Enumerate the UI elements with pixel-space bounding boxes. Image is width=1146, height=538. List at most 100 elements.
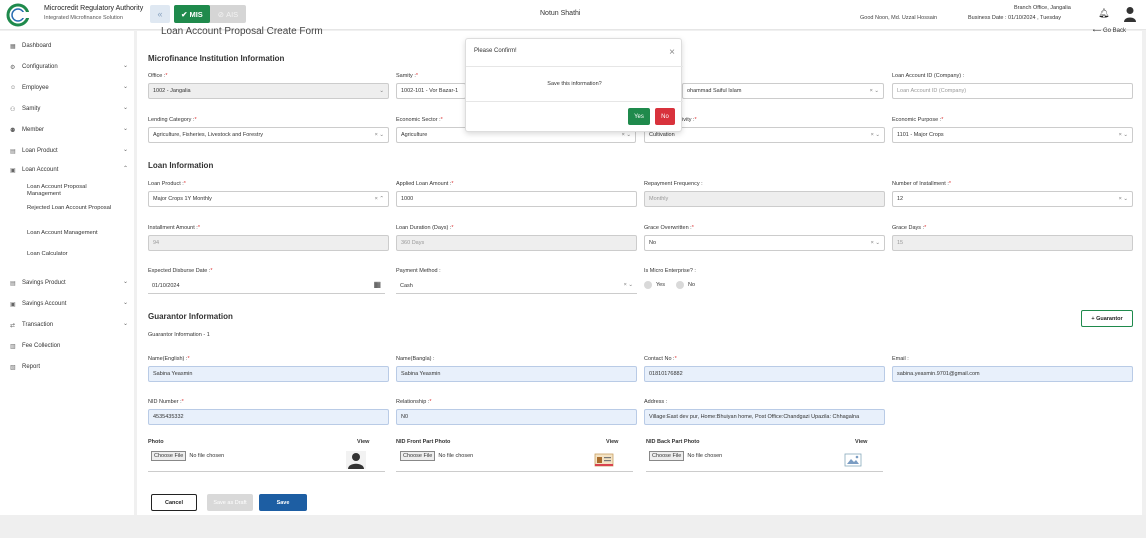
submenu-loan-account-management[interactable]: Loan Account Management (27, 230, 117, 237)
chevron-up-icon: ⌃ (122, 166, 128, 172)
nid-back-label: NID Back Part Photo (646, 439, 700, 445)
sidebar-item-dashboard[interactable]: ▦ Dashboard (10, 40, 128, 52)
office-label: Office :* (148, 73, 168, 79)
sidebar: ▦ Dashboard ⚙︎ Configuration ⌄ ☺︎ Employee ⌄ … (0, 31, 134, 515)
applied-amount-label: Applied Loan Amount :* (396, 181, 454, 187)
nid-front-file-input[interactable]: Choose File No file chosen (400, 451, 473, 461)
close-icon[interactable]: × (669, 48, 675, 58)
relationship-label: Relationship :* (396, 399, 432, 405)
loan-account-id-input[interactable]: Loan Account ID (Company) (892, 83, 1133, 99)
greeting-text: Good Noon, Md. Uzzal Hossain (860, 15, 938, 21)
sidebar-item-member[interactable]: ⚉ Member ⌄ (10, 124, 128, 136)
relationship-input[interactable]: N0 (396, 409, 637, 425)
payment-method-select[interactable]: Cash × ⌄ (396, 278, 637, 294)
nid-back-file-input[interactable]: Choose File No file chosen (649, 451, 722, 461)
submenu-rejected-loan-proposal[interactable]: Rejected Loan Account Proposal (27, 205, 117, 212)
sidebar-item-configuration[interactable]: ⚙︎ Configuration ⌄ (10, 61, 128, 73)
samity-label: Samity :* (396, 73, 419, 79)
name-bangla-input[interactable]: Sabina Yeasmin (396, 366, 637, 382)
photo-label: Photo (148, 439, 164, 445)
economic-purpose-select[interactable]: 1101 - Major Crops × ⌄ (892, 127, 1133, 143)
mis-toggle-option[interactable]: ✔ MIS (174, 5, 210, 23)
business-date: Business Date : 01/10/2024 , Tuesday (968, 15, 1061, 21)
address-input[interactable]: Village:East dev pur, Home:Bhuiyan home,… (644, 409, 885, 425)
chevron-down-icon: ⌄ (122, 126, 128, 132)
lending-category-select[interactable]: Agriculture, Fisheries, Livestock and Fo… (148, 127, 389, 143)
loan-account-id-label: Loan Account ID (Company) : (892, 73, 965, 79)
calendar-icon[interactable]: ▦ (373, 280, 381, 289)
micro-enterprise-no-radio[interactable]: No (676, 281, 695, 289)
confirm-yes-button[interactable]: Yes (628, 108, 650, 125)
number-of-installment-select[interactable]: 12 × ⌄ (892, 191, 1133, 207)
confirm-no-button[interactable]: No (655, 108, 675, 125)
ais-toggle-option[interactable]: ⊘ AIS (210, 5, 246, 23)
sidebar-item-transaction[interactable]: ⇄ Transaction ⌄ (10, 319, 128, 331)
bell-icon[interactable]: 🔔︎ (1098, 8, 1109, 19)
nid-back-view-label: View (855, 439, 868, 445)
double-chevron-left-icon: « (157, 9, 163, 19)
save-as-draft-button[interactable]: Save as Draft (207, 494, 253, 511)
micro-enterprise-yes-radio[interactable]: Yes (644, 281, 665, 289)
photo-file-input[interactable]: Choose File No file chosen (151, 451, 224, 461)
go-back-link[interactable]: ⟵ Go Back (1093, 27, 1126, 34)
brand-title: Microcredit Regulatory Authority (44, 5, 144, 12)
bottom-bar (0, 515, 1146, 538)
mra-logo-icon (6, 3, 34, 27)
disabled-icon: ⊘ (217, 9, 225, 19)
branch-name: Branch Office, Jangalia (1014, 5, 1071, 11)
number-of-installment-label: Number of Installment :* (892, 181, 951, 187)
loan-duration-label: Loan Duration (Days) :* (396, 225, 454, 231)
sidebar-item-savings-account[interactable]: ▣ Savings Account ⌄ (10, 298, 128, 310)
member-icon: ⚉ (10, 127, 16, 134)
loan-account-icon: ▣ (10, 167, 16, 174)
grace-overwritten-select[interactable]: No × ⌄ (644, 235, 885, 251)
clear-chevron-icon: × ⌃ (374, 196, 384, 202)
sidebar-item-samity[interactable]: ⚇ Samity ⌄ (10, 103, 128, 115)
nid-number-input[interactable]: 4535435332 (148, 409, 389, 425)
sidebar-item-report[interactable]: ▧ Report (10, 361, 128, 373)
save-button[interactable]: Save (259, 494, 307, 511)
lending-category-label: Lending Category :* (148, 117, 197, 123)
radio-circle-icon (676, 281, 684, 289)
office-select[interactable]: 1002 - Jangalia ⌄ (148, 83, 389, 99)
submenu-loan-proposal-management[interactable]: Loan Account Proposal Management (27, 184, 117, 198)
applied-amount-input[interactable]: 1000 (396, 191, 637, 207)
sidebar-item-fee-collection[interactable]: ▥ Fee Collection (10, 340, 128, 352)
chevron-down-icon: ⌄ (122, 63, 128, 69)
check-icon: ✔ (181, 9, 188, 19)
loan-product-select[interactable]: Major Crops 1Y Monthly × ⌃ (148, 191, 389, 207)
loan-duration-input: 360 Days (396, 235, 637, 251)
email-input[interactable]: sabina.yeasmin.9701@gmail.com (892, 366, 1133, 382)
member-select[interactable]: ohammad Saiful Islam × ⌄ (682, 83, 884, 99)
sidebar-item-employee[interactable]: ☺︎ Employee ⌄ (10, 82, 128, 94)
guarantor-sub-heading: Guarantor Information - 1 (148, 332, 210, 338)
submenu-loan-calculator[interactable]: Loan Calculator (27, 251, 117, 258)
nid-front-label: NID Front Part Photo (396, 439, 451, 445)
report-icon: ▧ (10, 364, 16, 371)
economic-purpose-label: Economic Purpose :* (892, 117, 944, 123)
sidebar-item-loan-product[interactable]: ▤ Loan Product ⌄ (10, 145, 128, 157)
chevron-down-icon: ⌄ (379, 88, 384, 94)
clear-chevron-icon: × ⌄ (1118, 132, 1128, 138)
disburse-date-input[interactable]: 01/10/2024 ▦ (148, 278, 385, 294)
samity-select[interactable]: 1002-101 - Vor Bazar-1 (396, 83, 466, 99)
add-guarantor-button[interactable]: + Guarantor (1081, 310, 1133, 327)
mis-ais-toggle[interactable]: ✔ MIS ⊘ AIS (174, 5, 246, 23)
user-avatar-icon[interactable] (1123, 6, 1137, 22)
savings-product-icon: ▤ (10, 280, 16, 287)
samity-icon: ⚇ (10, 106, 16, 113)
sidebar-item-savings-product[interactable]: ▤ Savings Product ⌄ (10, 277, 128, 289)
image-thumbnail-icon[interactable] (843, 451, 863, 469)
user-photo-thumbnail-icon[interactable] (346, 451, 366, 469)
nid-front-view-label: View (606, 439, 619, 445)
sidebar-item-loan-account[interactable]: ▣ Loan Account ⌃ (10, 164, 128, 176)
transaction-icon: ⇄ (10, 322, 16, 329)
nid-number-label: NID Number :* (148, 399, 184, 405)
sidebar-collapse-button[interactable]: « (150, 5, 170, 23)
name-english-input[interactable]: Sabina Yeasmin (148, 366, 389, 382)
id-card-thumbnail-icon[interactable] (594, 451, 614, 469)
cancel-button[interactable]: Cancel (151, 494, 197, 511)
chevron-down-icon: ⌄ (122, 147, 128, 153)
contact-no-input[interactable]: 01810176882 (644, 366, 885, 382)
email-label: Email : (892, 356, 909, 362)
